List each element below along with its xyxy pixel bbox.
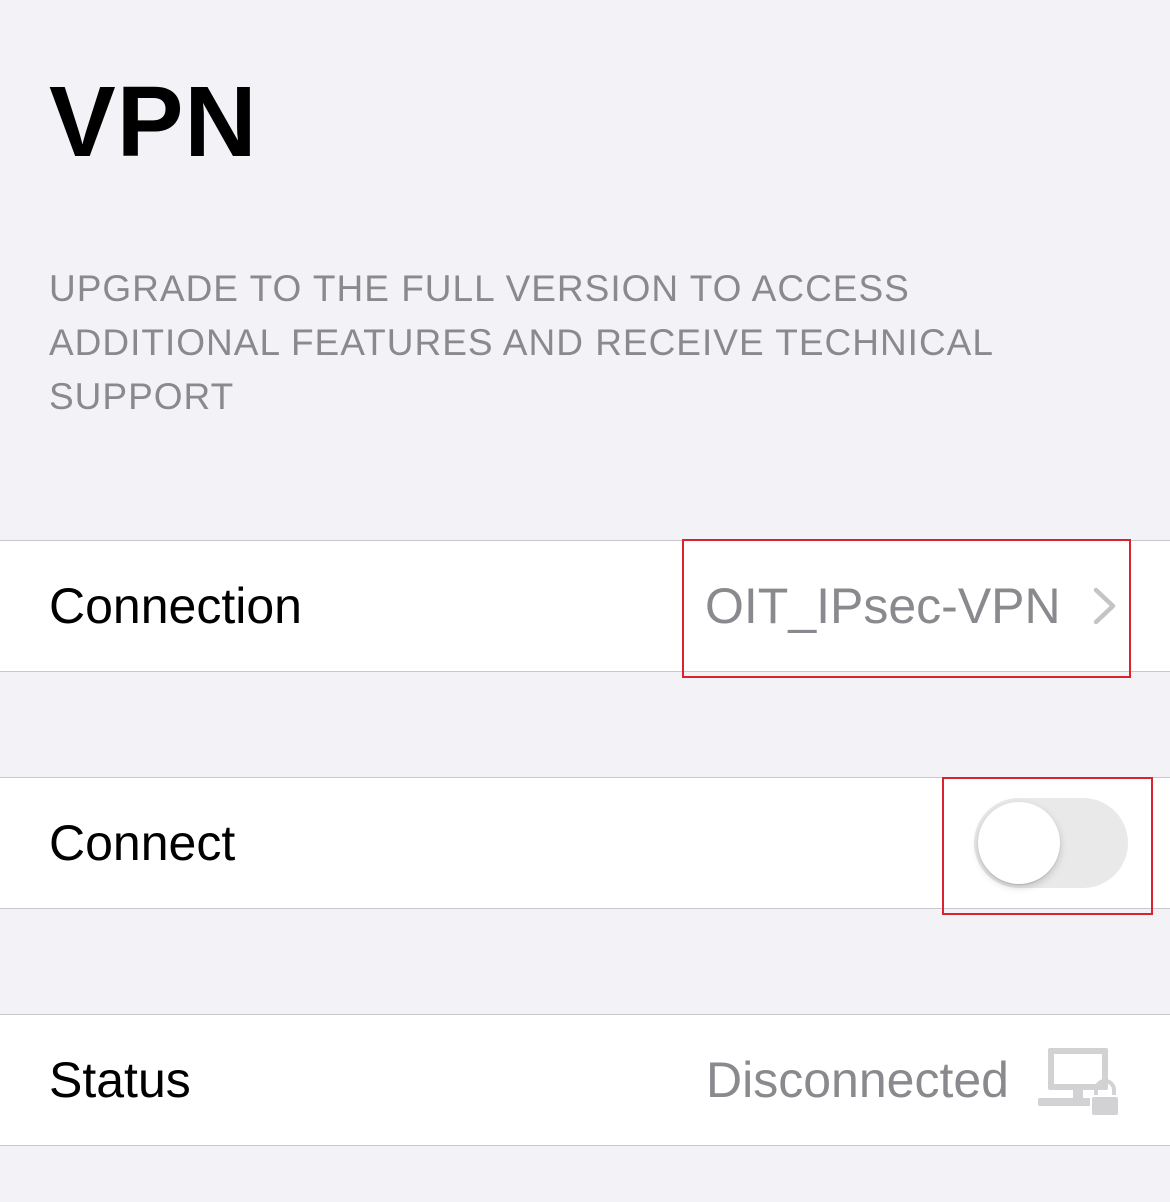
upgrade-note-line: SUPPORT [49,376,235,417]
upgrade-note: UPGRADE TO THE FULL VERSION TO ACCESS AD… [49,262,1049,424]
upgrade-note-line: UPGRADE TO THE FULL VERSION TO ACCESS [49,268,910,309]
connect-highlight-box [942,777,1153,915]
page-title: VPN [49,66,258,178]
connect-label: Connect [49,815,236,871]
connection-highlight-box [682,539,1131,678]
status-row: Status Disconnected [0,1014,1170,1146]
status-label: Status [49,1052,191,1108]
computer-lock-icon [1038,1048,1120,1116]
status-value: Disconnected [706,1052,1009,1108]
upgrade-note-line: ADDITIONAL FEATURES AND RECEIVE TECHNICA… [49,322,994,363]
connection-label: Connection [49,578,302,634]
